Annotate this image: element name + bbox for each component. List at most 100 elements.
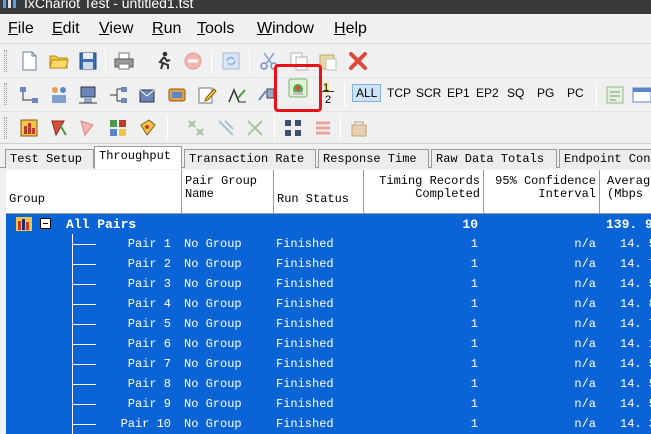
- tab-response-time[interactable]: Response Time: [318, 149, 429, 168]
- open-button[interactable]: [48, 50, 70, 72]
- refresh-button[interactable]: [220, 50, 242, 72]
- group-by-pair-button[interactable]: [18, 117, 40, 139]
- add-hardware-pair-button[interactable]: [107, 84, 129, 106]
- edit-pair-button[interactable]: [196, 84, 218, 106]
- tab-transaction-rate[interactable]: Transaction Rate: [184, 149, 316, 168]
- summary-row-all-pairs[interactable]: All Pairs 10 139. 9: [6, 214, 651, 234]
- protocol-filter-scr[interactable]: SCR: [416, 86, 441, 100]
- tree-branch-line: [72, 304, 96, 305]
- confidence-interval-cell: n/a: [574, 277, 596, 291]
- toolbar-grip[interactable]: [4, 117, 7, 139]
- sort-descending-button[interactable]: [215, 117, 237, 139]
- pair-group-cell: No Group: [184, 377, 242, 391]
- tree-branch-line: [72, 264, 96, 265]
- protocol-filter-pg[interactable]: PG: [537, 86, 554, 100]
- menu-edit[interactable]: Edit: [52, 20, 80, 38]
- toolbar-grip[interactable]: [4, 50, 7, 72]
- toolbar-separator: [340, 116, 341, 140]
- pair-name-cell: Pair 1: [127, 237, 171, 251]
- column-header-group[interactable]: Group: [6, 170, 182, 214]
- delete-button[interactable]: [347, 50, 369, 72]
- sort-ascending-button[interactable]: [185, 117, 207, 139]
- table-row[interactable]: Pair 2 No Group Finished 1 n/a 14. 7: [6, 254, 651, 274]
- column-header-run-status[interactable]: Run Status: [274, 170, 364, 214]
- toolbar-grip[interactable]: [4, 83, 7, 105]
- menu-window[interactable]: Window: [257, 20, 314, 38]
- average-throughput-cell: 14. 5: [620, 357, 651, 371]
- window-layout-button[interactable]: [631, 84, 651, 106]
- add-pair-icon: [20, 87, 38, 103]
- pair-name-cell: Pair 10: [120, 417, 171, 431]
- toolbar-separator: [274, 116, 275, 140]
- table-row[interactable]: Pair 5 No Group Finished 1 n/a 14. 7: [6, 314, 651, 334]
- menu-view[interactable]: View: [99, 20, 133, 38]
- table-row[interactable]: Pair 4 No Group Finished 1 n/a 14. 8: [6, 294, 651, 314]
- pair-group-cell: No Group: [184, 297, 242, 311]
- protocol-filter-tcp[interactable]: TCP: [387, 86, 411, 100]
- collapse-all-button[interactable]: [312, 117, 334, 139]
- column-header-timing-records[interactable]: Timing Records Completed: [364, 170, 484, 214]
- print-button[interactable]: [113, 50, 135, 72]
- pair-name-cell: Pair 7: [127, 357, 171, 371]
- column-header-confidence-interval[interactable]: 95% Confidence Interval: [484, 170, 600, 214]
- group-by-protocol-button[interactable]: [107, 117, 129, 139]
- pair-name-cell: Pair 2: [127, 257, 171, 271]
- table-row[interactable]: Pair 6 No Group Finished 1 n/a 14. 1: [6, 334, 651, 354]
- column-header-pair-group-name[interactable]: Pair Group Name: [182, 170, 274, 214]
- group-by-endpoint-button[interactable]: [77, 117, 99, 139]
- protocol-filter-ep2[interactable]: EP2: [476, 86, 499, 100]
- edit-script-button[interactable]: [226, 84, 248, 106]
- tab-raw-data-totals[interactable]: Raw Data Totals: [431, 149, 557, 168]
- protocol-filter-all[interactable]: ALL: [352, 84, 382, 102]
- table-row[interactable]: Pair 3 No Group Finished 1 n/a 14. 5: [6, 274, 651, 294]
- protocol-filter-sq[interactable]: SQ: [507, 86, 524, 100]
- average-throughput-cell: 14. 8: [620, 297, 651, 311]
- stop-icon: [184, 52, 202, 70]
- expand-all-button[interactable]: [282, 117, 304, 139]
- ixchariot-app-icon: [3, 0, 16, 8]
- add-multicast-group-button[interactable]: [48, 84, 70, 106]
- pair-number-top: 1: [323, 82, 330, 94]
- table-row[interactable]: Pair 9 No Group Finished 1 n/a 14. 5: [6, 394, 651, 414]
- report-button[interactable]: [604, 84, 626, 106]
- run-status-cell: Finished: [276, 337, 334, 351]
- add-voip-pair-button[interactable]: [136, 84, 158, 106]
- menu-tools[interactable]: Tools: [197, 20, 234, 38]
- column-header-average[interactable]: Averag (Mbps: [600, 170, 651, 214]
- timing-records-cell: 1: [470, 237, 478, 251]
- group-by-script-button[interactable]: [48, 117, 70, 139]
- table-row[interactable]: Pair 7 No Group Finished 1 n/a 14. 5: [6, 354, 651, 374]
- tree-branch-line: [72, 364, 96, 365]
- tab-throughput[interactable]: Throughput: [94, 146, 182, 169]
- protocol-filter-pc[interactable]: PC: [567, 86, 584, 100]
- menu-help[interactable]: Help: [334, 20, 367, 38]
- add-pair-button[interactable]: [18, 84, 40, 106]
- menu-file[interactable]: File: [8, 20, 34, 38]
- table-row[interactable]: Pair 1 No Group Finished 1 n/a 14. 5: [6, 234, 651, 254]
- protocol-filter-ep1[interactable]: EP1: [447, 86, 470, 100]
- save-button[interactable]: [77, 50, 99, 72]
- run-button[interactable]: [152, 50, 174, 72]
- average-throughput-cell: 14. 7: [620, 317, 651, 331]
- toolbar-separator: [249, 50, 250, 74]
- tab-test-setup[interactable]: Test Setup: [5, 149, 94, 168]
- table-row[interactable]: Pair 10 No Group Finished 1 n/a 14. 3: [6, 414, 651, 434]
- menu-run[interactable]: Run: [152, 20, 181, 38]
- filter-button[interactable]: [244, 117, 266, 139]
- add-video-pair-button[interactable]: [166, 84, 188, 106]
- collapse-toggle[interactable]: [40, 218, 51, 229]
- pair-group-cell: No Group: [184, 317, 242, 331]
- group-by-qos-button[interactable]: [137, 117, 159, 139]
- add-vpn-pair-button[interactable]: [77, 84, 99, 106]
- table-row[interactable]: Pair 8 No Group Finished 1 n/a 14. 5: [6, 374, 651, 394]
- group-by-endpoint-icon: [80, 120, 94, 137]
- group-by-qos-icon: [140, 119, 156, 136]
- tab-endpoint-configuration[interactable]: Endpoint Con: [559, 149, 651, 168]
- sort-descending-icon: [218, 120, 234, 136]
- new-file-button[interactable]: [18, 50, 40, 72]
- window-layout-icon: [632, 87, 651, 103]
- timing-records-cell: 1: [470, 377, 478, 391]
- average-throughput-cell: 14. 5: [620, 237, 651, 251]
- stop-button[interactable]: [182, 50, 204, 72]
- lock-layout-button[interactable]: [348, 117, 370, 139]
